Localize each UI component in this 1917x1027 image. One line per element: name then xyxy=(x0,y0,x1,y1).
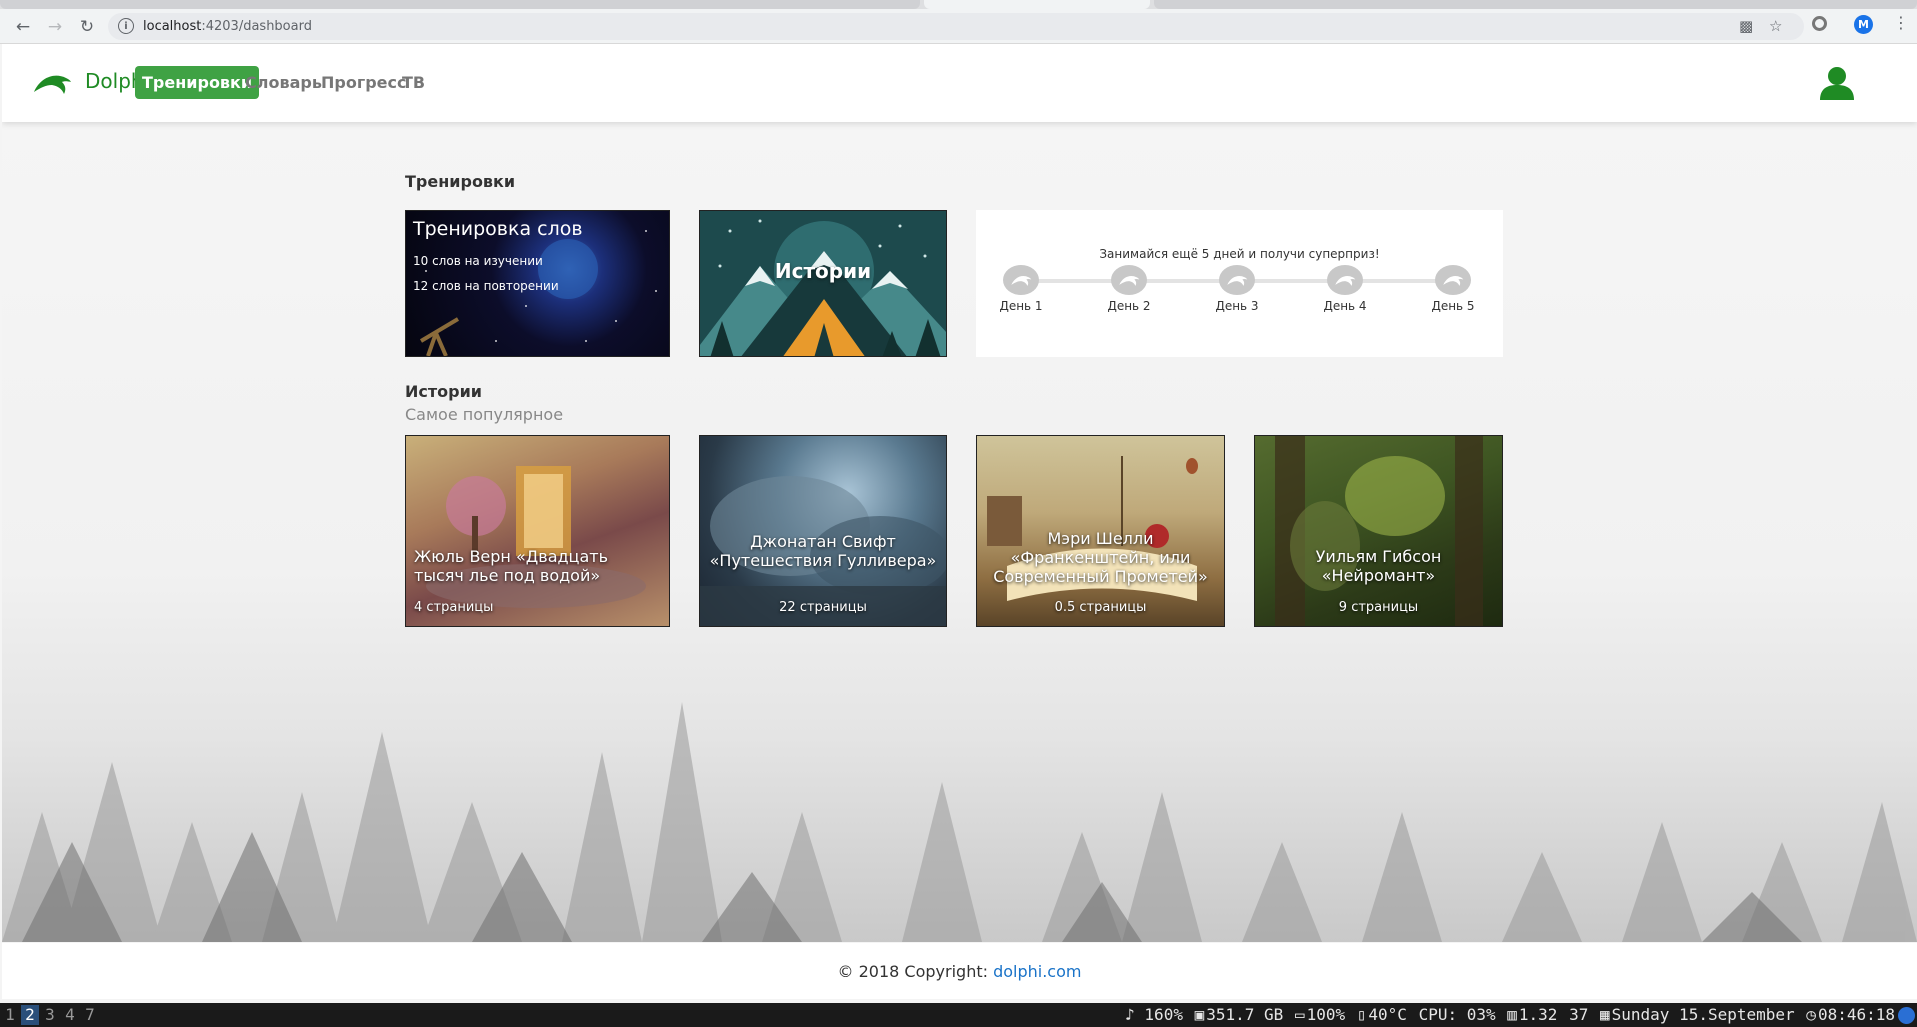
load-icon: ▥ xyxy=(1507,1005,1517,1024)
streak-day-1: День 1 xyxy=(991,265,1051,313)
browser-menu-icon[interactable]: ⋮ xyxy=(1893,13,1909,32)
cpu-status: CPU: 03% xyxy=(1418,1005,1496,1024)
memory-status: 37 xyxy=(1569,1005,1589,1024)
workspace-button[interactable]: 1 xyxy=(1,1005,19,1025)
trainings-heading: Тренировки xyxy=(405,172,516,191)
forward-icon[interactable]: → xyxy=(43,15,67,39)
streak-day-4: День 4 xyxy=(1315,265,1375,313)
url-host: localhost xyxy=(143,19,202,34)
stories-subtitle: Самое популярное xyxy=(405,405,564,424)
url-path: :4203/dashboard xyxy=(201,19,312,34)
translate-icon[interactable]: ▩ xyxy=(1739,17,1753,35)
streak-day-label: День 5 xyxy=(1431,299,1475,313)
story-card[interactable]: Джонатан Свифт «Путешествия Гулливера» 2… xyxy=(699,435,947,627)
foggy-forest-background xyxy=(2,122,1917,942)
streak-day-3: День 3 xyxy=(1207,265,1267,313)
calendar-icon: ▦ xyxy=(1599,1005,1610,1024)
mountain-tent-art xyxy=(700,219,946,356)
dolphin-logo-icon[interactable] xyxy=(32,70,72,96)
dolphin-day-icon xyxy=(1219,265,1255,295)
user-profile-icon[interactable] xyxy=(1818,66,1856,100)
story-card[interactable]: Уильям Гибсон «Нейромант» 9 страницы xyxy=(1254,435,1503,627)
disk-status: 351.7 GB xyxy=(1206,1005,1284,1024)
word-training-title: Тренировка слов xyxy=(413,218,583,240)
streak-promo-panel: Занимайся ещё 5 дней и получи суперприз!… xyxy=(976,210,1503,357)
forest-silhouette xyxy=(2,702,1917,942)
thermometer-icon: ▯ xyxy=(1356,1005,1367,1024)
temperature-status: 40°C xyxy=(1368,1005,1407,1024)
browser-tab[interactable] xyxy=(0,0,920,9)
tray-indicator-icon[interactable] xyxy=(1898,1007,1915,1024)
story-pages: 22 страницы xyxy=(779,600,867,615)
date-status: Sunday 15.September xyxy=(1611,1005,1795,1024)
clock-icon: ◷ xyxy=(1806,1005,1816,1024)
reload-icon[interactable]: ↻ xyxy=(75,15,99,39)
nav-tv[interactable]: ТВ xyxy=(395,66,432,99)
story-title: Мэри Шелли «Франкенштейн, или Современны… xyxy=(993,529,1208,586)
streak-day-label: День 1 xyxy=(999,299,1043,313)
disk-icon: ▣ xyxy=(1194,1005,1205,1024)
stories-heading: Истории xyxy=(405,382,483,401)
bookmark-star-icon[interactable]: ☆ xyxy=(1769,17,1782,35)
dolphin-day-icon xyxy=(1435,265,1471,295)
system-taskbar: 1 2 3 4 7 ♪ 160% ▣ 351.7 GB ▭ 100% ▯ 40°C C… xyxy=(0,1003,1917,1027)
streak-promo-text: Занимайся ещё 5 дней и получи суперприз! xyxy=(1099,247,1380,261)
story-card[interactable]: Мэри Шелли «Франкенштейн, или Современны… xyxy=(976,435,1225,627)
dolphin-day-icon xyxy=(1111,265,1147,295)
streak-day-label: День 2 xyxy=(1107,299,1151,313)
story-card[interactable]: Жюль Верн «Двадцать тысяч лье под водой»… xyxy=(405,435,670,627)
streak-day-label: День 3 xyxy=(1215,299,1259,313)
footer-site-link[interactable]: dolphi.com xyxy=(993,962,1081,981)
streak-day-2: День 2 xyxy=(1099,265,1159,313)
page-footer: © 2018 Copyright: dolphi.com xyxy=(2,943,1917,999)
copyright-text: © 2018 Copyright: xyxy=(837,962,994,981)
story-cover-art xyxy=(426,466,646,608)
load-status: 1.32 xyxy=(1518,1005,1558,1024)
stories-card-label: Истории xyxy=(774,259,872,283)
url-text: localhost:4203/dashboard xyxy=(143,19,312,34)
battery-status: 100% xyxy=(1306,1005,1346,1024)
back-icon[interactable]: ← xyxy=(11,15,35,39)
workspace-button[interactable]: 7 xyxy=(81,1005,99,1025)
volume-status: ♪ 160% xyxy=(1125,1005,1183,1024)
address-bar[interactable]: i localhost:4203/dashboard ▩ ☆ xyxy=(108,13,1804,40)
app-header: Dolphi Тренировки Словарь Прогресс ТВ xyxy=(2,44,1917,122)
browser-tab[interactable] xyxy=(1154,0,1917,9)
stories-training-card[interactable]: Истории xyxy=(699,210,947,357)
profile-avatar[interactable]: M xyxy=(1854,15,1873,34)
word-training-card[interactable]: Тренировка слов 10 слов на изучении 12 с… xyxy=(405,210,670,357)
site-info-icon[interactable]: i xyxy=(118,18,134,34)
dolphin-day-icon xyxy=(1003,265,1039,295)
time-status: 08:46:18 xyxy=(1817,1005,1895,1024)
dolphin-day-icon xyxy=(1327,265,1363,295)
extension-icon[interactable] xyxy=(1812,16,1827,31)
words-review-count: 12 слов на повторении xyxy=(413,279,559,293)
story-pages: 9 страницы xyxy=(1338,600,1419,615)
story-pages: 4 страницы xyxy=(414,600,494,615)
workspace-button[interactable]: 3 xyxy=(41,1005,59,1025)
status-bar: ♪ 160% ▣ 351.7 GB ▭ 100% ▯ 40°C CPU: 03% ▥ 1… xyxy=(1123,1005,1895,1025)
tab-strip xyxy=(0,0,1917,9)
streak-day-label: День 4 xyxy=(1323,299,1367,313)
story-title: Уильям Гибсон «Нейромант» xyxy=(1315,547,1442,585)
story-pages: 0.5 страницы xyxy=(1054,600,1147,615)
story-title: Джонатан Свифт «Путешествия Гулливера» xyxy=(709,532,937,570)
battery-icon: ▭ xyxy=(1294,1005,1305,1024)
app-page: Dolphi Тренировки Словарь Прогресс ТВ Тр… xyxy=(2,44,1917,999)
browser-tab-active[interactable] xyxy=(924,0,1150,9)
browser-toolbar: ← → ↻ i localhost:4203/dashboard ▩ ☆ M ⋮ xyxy=(0,9,1917,44)
workspace-button[interactable]: 4 xyxy=(61,1005,79,1025)
words-learning-count: 10 слов на изучении xyxy=(413,254,543,268)
story-title: Жюль Верн «Двадцать тысяч лье под водой» xyxy=(414,547,608,585)
workspace-button-active[interactable]: 2 xyxy=(21,1005,39,1025)
streak-day-5: День 5 xyxy=(1423,265,1483,313)
story-cover-art xyxy=(1275,436,1483,626)
